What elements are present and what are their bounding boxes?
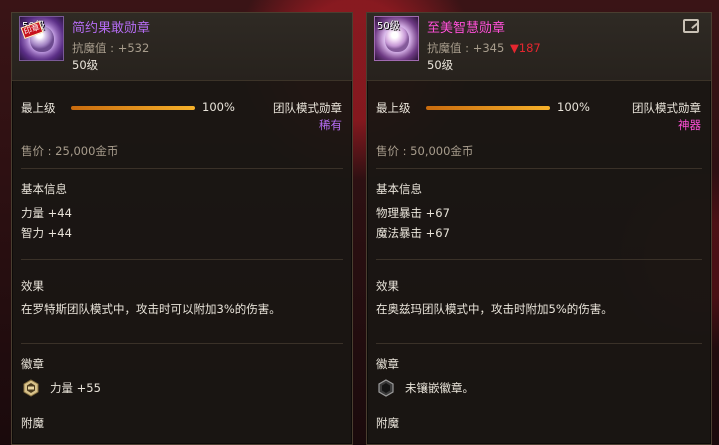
icon-level-text: 50级 bbox=[377, 21, 400, 32]
tooltip-header: 50级 印章 简约果敢勋章 抗魔值 : +532 50级 bbox=[12, 13, 352, 81]
stat-line: 魔法暴击 +67 bbox=[376, 226, 450, 240]
grade-bar bbox=[71, 106, 195, 110]
resist-value: +345 bbox=[472, 41, 505, 55]
enchant-header: 附魔 bbox=[21, 416, 44, 430]
mode-label: 团队模式勋章 bbox=[273, 101, 342, 115]
emblem-header: 徽章 bbox=[376, 357, 399, 371]
divider bbox=[376, 343, 702, 344]
emblem-text: 未镶嵌徽章。 bbox=[405, 381, 474, 395]
emblem-header: 徽章 bbox=[21, 357, 44, 371]
resist-diff: ▼187 bbox=[509, 41, 541, 55]
effect-text: 在奥兹玛团队模式中，攻击时附加5%的伤害。 bbox=[376, 302, 613, 316]
item-title: 简约果敢勋章 bbox=[72, 21, 151, 36]
divider bbox=[21, 343, 343, 344]
effect-text: 在罗特斯团队模式中，攻击时可以附加3%的伤害。 bbox=[21, 302, 281, 316]
resist-value: +532 bbox=[117, 41, 150, 55]
price: 售价 : 25,000金币 bbox=[21, 144, 119, 158]
price: 售价 : 50,000金币 bbox=[376, 144, 474, 158]
grade-bar-fill bbox=[426, 106, 550, 110]
divider bbox=[21, 259, 343, 260]
medal-icon[interactable]: 50级 bbox=[374, 16, 419, 61]
resist-line: 抗魔值 : +345 ▼187 bbox=[427, 40, 541, 56]
compare-icon[interactable] bbox=[683, 19, 699, 33]
divider bbox=[376, 259, 702, 260]
basic-info-header: 基本信息 bbox=[376, 182, 422, 196]
resist-label: 抗魔值 : bbox=[72, 41, 118, 55]
resist-label: 抗魔值 : bbox=[427, 41, 473, 55]
item-level: 50级 bbox=[427, 58, 454, 72]
stat-line: 物理暴击 +67 bbox=[376, 206, 450, 220]
mode-label: 团队模式勋章 bbox=[632, 101, 701, 115]
emblem-slot-icon[interactable] bbox=[377, 379, 395, 397]
effect-header: 效果 bbox=[376, 279, 399, 293]
emblem-text: 力量 +55 bbox=[50, 381, 101, 395]
item-level: 50级 bbox=[72, 58, 99, 72]
item-tooltip-right: 50级 至美智慧勋章 抗魔值 : +345 ▼187 50级 最上级 100% … bbox=[366, 12, 712, 445]
grade-bar bbox=[426, 106, 550, 110]
grade-label: 最上级 bbox=[376, 101, 411, 115]
rarity-label: 稀有 bbox=[319, 118, 342, 132]
stat-line: 力量 +44 bbox=[21, 206, 72, 220]
basic-info-header: 基本信息 bbox=[21, 182, 67, 196]
divider bbox=[21, 168, 343, 169]
emblem-slot-icon[interactable] bbox=[22, 379, 40, 397]
stat-line: 智力 +44 bbox=[21, 226, 72, 240]
effect-header: 效果 bbox=[21, 279, 44, 293]
divider bbox=[376, 168, 702, 169]
item-title: 至美智慧勋章 bbox=[427, 21, 506, 36]
grade-label: 最上级 bbox=[21, 101, 56, 115]
item-tooltip-left: 50级 印章 简约果敢勋章 抗魔值 : +532 50级 最上级 100% 团队… bbox=[11, 12, 353, 445]
rarity-label: 神器 bbox=[678, 118, 701, 132]
enchant-header: 附魔 bbox=[376, 416, 399, 430]
resist-line: 抗魔值 : +532 bbox=[72, 40, 149, 56]
tooltip-header: 50级 至美智慧勋章 抗魔值 : +345 ▼187 50级 bbox=[367, 13, 711, 81]
grade-bar-fill bbox=[71, 106, 195, 110]
medal-icon[interactable]: 50级 印章 bbox=[19, 16, 64, 61]
grade-percent: 100% bbox=[202, 100, 235, 114]
grade-percent: 100% bbox=[557, 100, 590, 114]
